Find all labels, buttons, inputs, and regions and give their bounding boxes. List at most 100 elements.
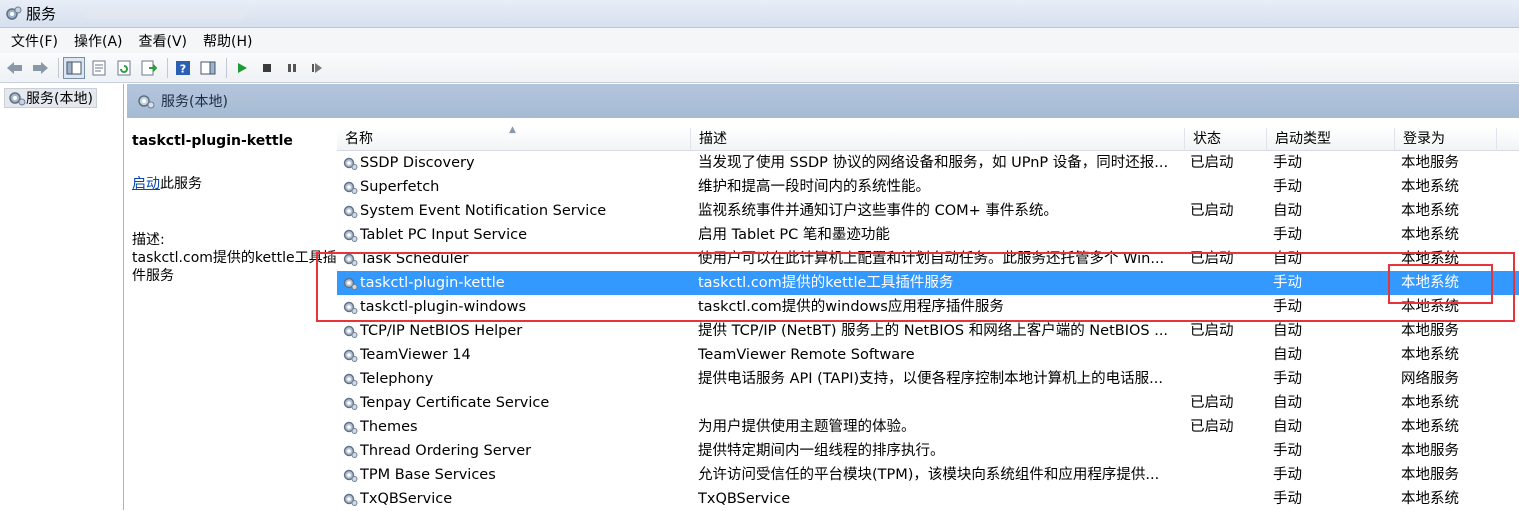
service-name: Telephony [360,371,434,387]
service-startup-type: 手动 [1273,179,1302,195]
properties-button[interactable] [88,57,110,79]
service-gear-icon [343,421,358,434]
service-gear-icon [343,181,358,194]
console-tree-icon [66,61,82,74]
service-gear-icon [343,349,358,362]
services-gear-icon [138,95,155,109]
service-name: Tenpay Certificate Service [360,395,550,411]
show-hide-console-tree-button[interactable] [63,56,85,79]
service-description: 允许访问受信任的平台模块(TPM)，该模块向系统组件和应用程序提供... [698,467,1160,483]
service-name-cell: taskctl-plugin-kettle [342,271,682,295]
column-header-log-on-as[interactable]: 登录为 [1395,128,1497,151]
service-log-on-as: 本地系统 [1401,491,1459,507]
service-description: 启用 Tablet PC 笔和墨迹功能 [698,227,890,243]
service-log-on-as: 本地系统 [1401,395,1459,411]
service-row[interactable]: TCP/IP NetBIOS Helper 提供 TCP/IP (NetBT) 服… [337,319,1519,343]
description-text: taskctl.com提供的kettle工具插件服务 [132,250,337,284]
service-status [1190,295,1260,319]
service-name: Superfetch [360,179,440,195]
service-name-cell: taskctl-plugin-windows [342,295,682,319]
service-row[interactable]: Tenpay Certificate Service 已启动 自动 本地系统 [337,391,1519,415]
pause-service-button[interactable] [281,57,303,79]
back-button[interactable] [4,57,26,79]
service-description: 当发现了使用 SSDP 协议的网络设备和服务，如 UPnP 设备，同时还报... [698,155,1169,171]
column-header-startup-type[interactable]: 启动类型 [1267,128,1395,151]
start-service-line: 启动此服务 [132,173,332,193]
service-startup-type: 手动 [1273,467,1302,483]
blurred-title-region [86,8,247,19]
service-row[interactable]: TeamViewer 14 TeamViewer Remote Software 自… [337,343,1519,367]
service-gear-icon [343,469,358,482]
service-row[interactable]: Tablet PC Input Service 启用 Tablet PC 笔和墨迹… [337,223,1519,247]
service-startup-type: 手动 [1273,443,1302,459]
service-row[interactable]: taskctl-plugin-kettle taskctl.com提供的kettl… [337,271,1519,295]
window-title: 服务 [26,5,57,23]
service-row[interactable]: System Event Notification Service 监视系统事件并… [337,199,1519,223]
start-service-link[interactable]: 启动 [132,176,160,192]
service-startup-type: 自动 [1273,203,1302,219]
stop-service-button[interactable] [256,57,278,79]
service-startup-type: 手动 [1273,275,1302,291]
description-label: 描述: [132,232,165,248]
refresh-icon [117,60,131,75]
tree-item-label: 服务(本地) [26,91,93,107]
service-name: taskctl-plugin-kettle [360,275,505,291]
service-log-on-as: 本地系统 [1401,275,1459,291]
service-name-cell: Telephony [342,367,682,391]
tree-item-services-local[interactable]: 服务(本地) [4,88,97,108]
show-hide-action-pane-button[interactable] [197,57,219,79]
menu-view[interactable]: 查看(V) [134,31,193,51]
pane-header: 服务(本地) [127,84,1519,118]
service-log-on-as: 本地服务 [1401,467,1459,483]
forward-button[interactable] [29,57,51,79]
service-row[interactable]: TxQBService TxQBService 手动 本地系统 [337,487,1519,511]
play-icon [238,62,247,73]
service-log-on-as: 本地服务 [1401,155,1459,171]
service-name-cell: Task Scheduler [342,247,682,271]
service-status: 已启动 [1190,419,1234,435]
service-name: Thread Ordering Server [360,443,532,459]
toolbar-separator [58,57,59,78]
service-row[interactable]: Telephony 提供电话服务 API (TAPI)支持，以便各程序控制本地计算… [337,367,1519,391]
service-gear-icon [343,325,358,338]
service-description: 提供电话服务 API (TAPI)支持，以便各程序控制本地计算机上的电话服... [698,371,1163,387]
column-header-description[interactable]: 描述 [691,128,1185,151]
service-status: 已启动 [1190,203,1234,219]
service-gear-icon [343,205,358,218]
service-row[interactable]: Superfetch 维护和提高一段时间内的系统性能。 手动 本地系统 [337,175,1519,199]
service-row[interactable]: Thread Ordering Server 提供特定期间内一组线程的排序执行。 手… [337,439,1519,463]
service-name: TxQBService [360,491,453,507]
menu-help[interactable]: 帮助(H) [198,31,257,51]
service-name: TCP/IP NetBIOS Helper [360,323,523,339]
service-log-on-as: 本地系统 [1401,203,1459,219]
service-name: Tablet PC Input Service [360,227,528,243]
service-gear-icon [343,253,358,266]
service-row[interactable]: TPM Base Services 允许访问受信任的平台模块(TPM)，该模块向系… [337,463,1519,487]
console-tree: 服务(本地) [0,84,124,510]
services-gear-icon [6,6,22,20]
menu-bar: 文件(F) 操作(A) 查看(V) 帮助(H) [0,28,1519,53]
svg-text:?: ? [180,62,186,75]
refresh-button[interactable] [113,57,135,79]
service-status [1190,271,1260,295]
column-header-status[interactable]: 状态 [1185,128,1267,151]
service-row[interactable]: SSDP Discovery 当发现了使用 SSDP 协议的网络设备和服务，如 U… [337,151,1519,175]
service-row[interactable]: Task Scheduler 使用户可以在此计算机上配置和计划自动任务。此服务还托… [337,247,1519,271]
services-gear-icon [9,92,26,106]
service-description: TeamViewer Remote Software [698,347,915,363]
service-row[interactable]: Themes 为用户提供使用主题管理的体验。 已启动 自动 本地系统 [337,415,1519,439]
service-startup-type: 手动 [1273,299,1302,315]
restart-service-button[interactable] [306,57,328,79]
service-status [1190,487,1260,511]
forward-arrow-icon [33,61,48,74]
menu-action[interactable]: 操作(A) [69,31,128,51]
start-service-button[interactable] [231,57,253,79]
service-startup-type: 自动 [1273,323,1302,339]
pause-icon [288,63,296,72]
export-list-button[interactable] [138,57,160,79]
service-row[interactable]: taskctl-plugin-windows taskctl.com提供的wind… [337,295,1519,319]
sort-ascending-icon: ▲ [509,125,516,135]
service-status [1190,463,1260,487]
help-button[interactable]: ? [172,57,194,79]
menu-file[interactable]: 文件(F) [6,31,63,51]
